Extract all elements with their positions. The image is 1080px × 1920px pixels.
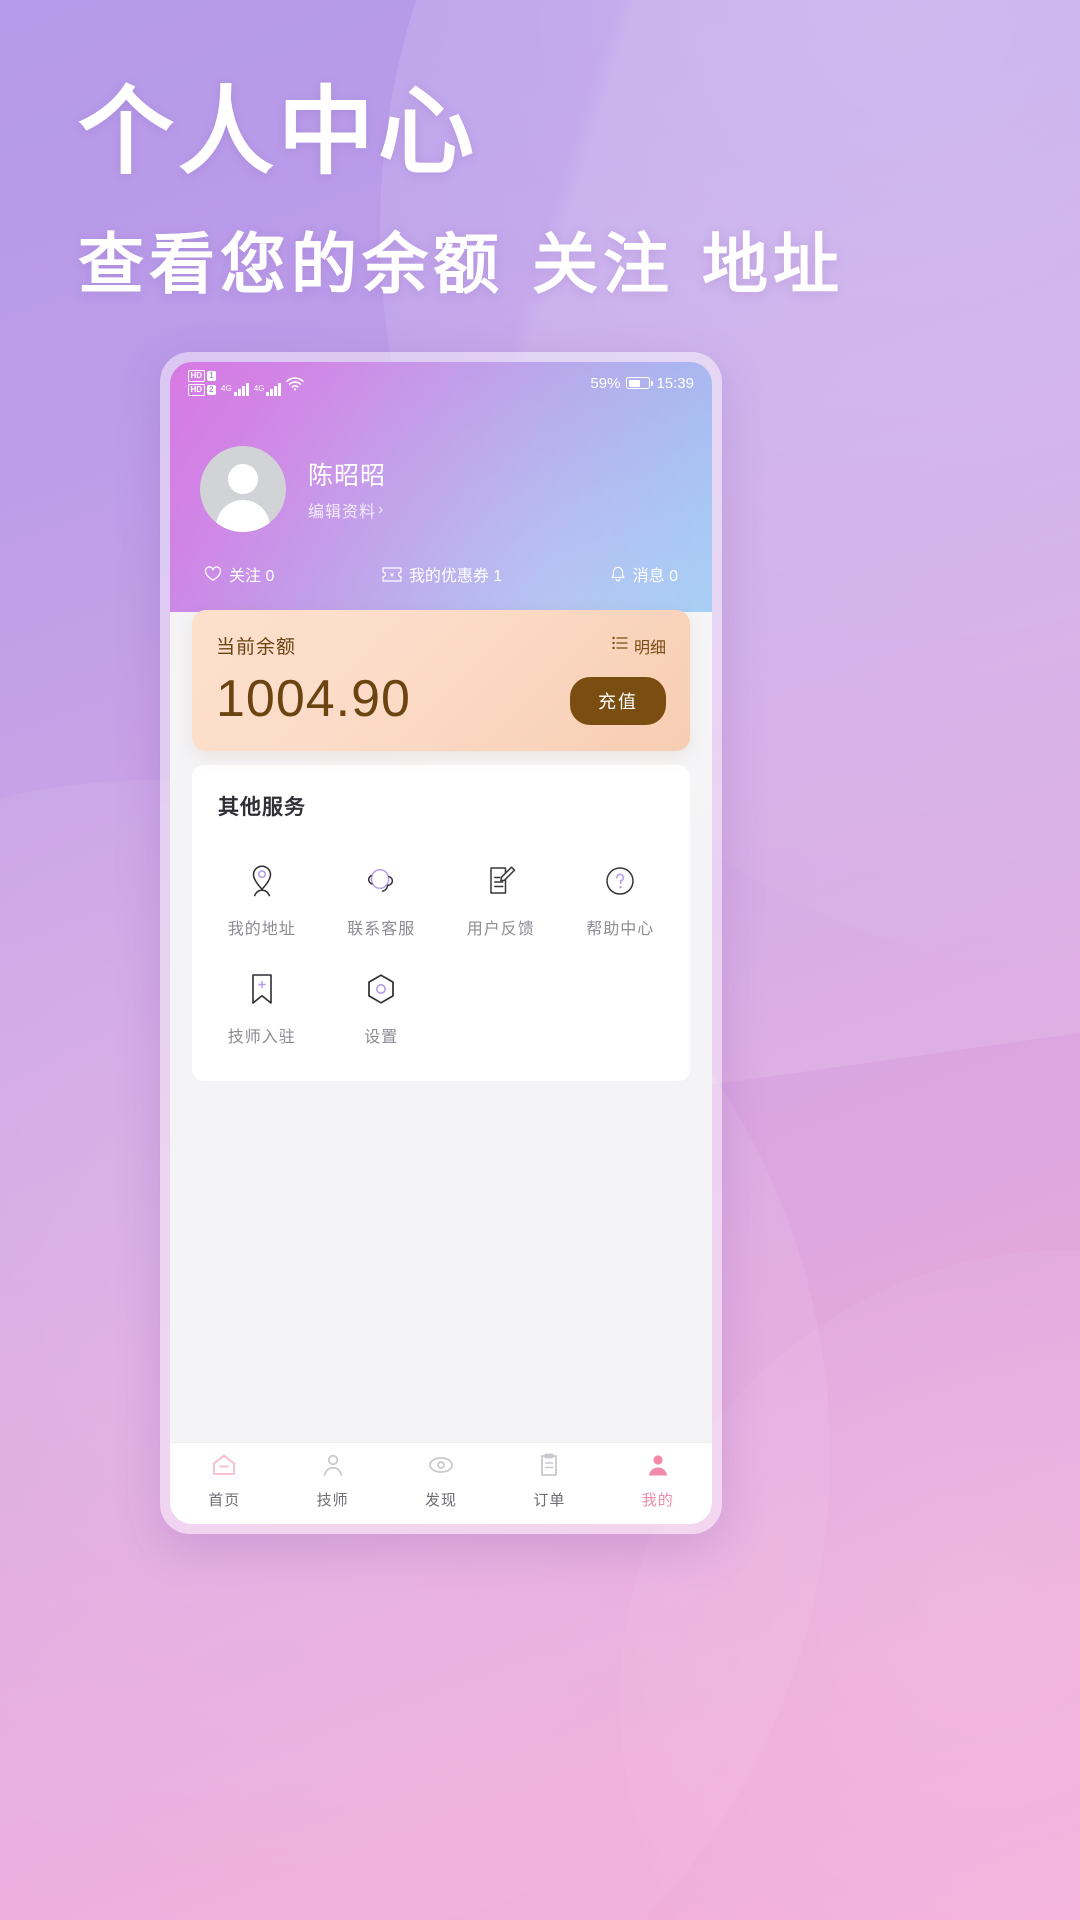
avatar-body-shape [216,500,270,532]
signal-bars-1-icon: 4G [221,383,249,396]
balance-card: 当前余额 明细 1004.90 充值 [192,610,690,751]
headset-support-icon [365,861,397,901]
tab-home[interactable]: 首页 [170,1453,278,1510]
poster-title: 个人中心 [78,76,478,188]
app-header: HD 1 HD 2 4G 4G 59% 15:39 陈昭昭 编辑资料 › 关注 … [170,362,712,942]
tab-profile[interactable]: 我的 [604,1453,712,1510]
sim-number-1: 1 [206,371,217,381]
profile-text: 陈昭昭 编辑资料 › [308,456,386,522]
services-title: 其他服务 [218,796,306,819]
bookmark-plus-icon [249,969,275,1009]
service-label: 联系客服 [347,921,416,938]
chevron-right-icon: › [378,501,385,518]
profile-person-icon [646,1453,670,1482]
balance-card-wrapper: 当前余额 明细 1004.90 充值 [170,610,712,751]
discover-icon [428,1453,454,1482]
service-item-settings[interactable]: 设置 [322,939,442,1047]
services-wrapper: 其他服务 我的地址 联系客服 用户反馈 帮助中心 技师入驻 设置 [170,751,712,1081]
settings-hexagon-icon [365,969,397,1009]
avatar-head-shape [228,464,258,494]
balance-card-top: 当前余额 明细 [216,632,666,659]
network-type-2: 4G [253,384,265,393]
status-bar-left: HD 1 HD 2 4G 4G [188,370,305,396]
location-pin-person-icon [247,861,277,901]
heart-icon [204,566,222,582]
edit-profile-link[interactable]: 编辑资料 › [308,498,386,522]
sim-indicators: HD 1 HD 2 [188,370,217,396]
service-item-feedback[interactable]: 用户反馈 [441,831,561,939]
service-label: 用户反馈 [466,921,535,938]
service-item-my-address[interactable]: 我的地址 [202,831,322,939]
stat-following[interactable]: 关注 0 [204,562,274,586]
service-item-technician-join[interactable]: 技师入驻 [202,939,322,1047]
bell-icon [610,566,626,583]
svg-text:¥: ¥ [390,571,395,579]
service-item-contact-support[interactable]: 联系客服 [322,831,442,939]
poster-headline: 个人中心 查看您的余额 关注 地址 [78,84,998,298]
sim1-indicator: HD 1 [188,370,217,382]
profile-section[interactable]: 陈昭昭 编辑资料 › [170,404,712,532]
balance-detail-link[interactable]: 明细 [612,634,666,658]
technician-icon [320,1453,346,1482]
service-label: 帮助中心 [586,921,655,938]
services-grid: 我的地址 联系客服 用户反馈 帮助中心 技师入驻 设置 [202,831,680,1047]
content-filler [170,1081,712,1442]
tab-label: 首页 [208,1492,241,1509]
balance-card-bottom: 1004.90 充值 [216,673,666,725]
tab-label: 技师 [316,1492,349,1509]
help-question-icon [605,861,635,901]
edit-profile-label: 编辑资料 [308,504,377,521]
bottom-tab-bar: 首页 技师 发现 订单 我的 [170,1442,712,1524]
user-name: 陈昭昭 [308,462,387,490]
status-bar-clock: 15:39 [656,374,694,392]
tab-label: 我的 [641,1492,674,1509]
tab-orders[interactable]: 订单 [495,1453,603,1510]
sim-number-2: 2 [206,385,217,395]
balance-amount: 1004.90 [216,670,411,728]
balance-detail-label: 明细 [633,639,666,657]
status-bar: HD 1 HD 2 4G 4G 59% 15:39 [170,362,712,404]
signal-bars-2-icon: 4G [254,383,282,396]
battery-icon [626,377,654,389]
stat-coupons[interactable]: ¥ 我的优惠券 1 [382,562,502,586]
poster-subtitle: 查看您的余额 关注 地址 [78,226,844,303]
service-label: 我的地址 [227,921,296,938]
stat-coupons-label: 我的优惠券 1 [408,568,503,585]
tab-technician[interactable]: 技师 [278,1453,386,1510]
home-icon [211,1453,237,1482]
avatar[interactable] [200,446,286,532]
recharge-button[interactable]: 充值 [570,677,666,725]
coupon-ticket-icon: ¥ [382,566,402,582]
phone-screen: HD 1 HD 2 4G 4G 59% 15:39 陈昭昭 编辑资料 › 关注 … [170,362,712,1524]
service-item-help-center[interactable]: 帮助中心 [561,831,681,939]
tab-label: 订单 [533,1492,566,1509]
service-label: 技师入驻 [227,1029,296,1046]
orders-clipboard-icon [538,1453,560,1482]
network-type-1: 4G [221,384,232,393]
battery-percent: 59% [590,374,621,392]
phone-mockup-frame: HD 1 HD 2 4G 4G 59% 15:39 陈昭昭 编辑资料 › 关注 … [160,352,722,1534]
stats-row: 关注 0 ¥ 我的优惠券 1 消息 0 [170,532,712,604]
stat-messages-label: 消息 0 [632,568,678,585]
wifi-icon [286,377,305,396]
status-bar-right: 59% 15:39 [590,375,694,392]
tab-label: 发现 [424,1492,457,1509]
services-card: 其他服务 我的地址 联系客服 用户反馈 帮助中心 技师入驻 设置 [192,765,690,1081]
hd-label-1: HD [188,370,205,382]
sim2-indicator: HD 2 [188,384,217,396]
stat-following-label: 关注 0 [229,568,275,585]
stat-messages[interactable]: 消息 0 [610,562,678,586]
list-detail-icon [612,636,628,655]
service-label: 设置 [364,1029,399,1046]
hd-label-2: HD [188,384,205,396]
tab-discover[interactable]: 发现 [387,1453,495,1510]
feedback-edit-icon [486,861,516,901]
balance-label: 当前余额 [216,637,297,658]
